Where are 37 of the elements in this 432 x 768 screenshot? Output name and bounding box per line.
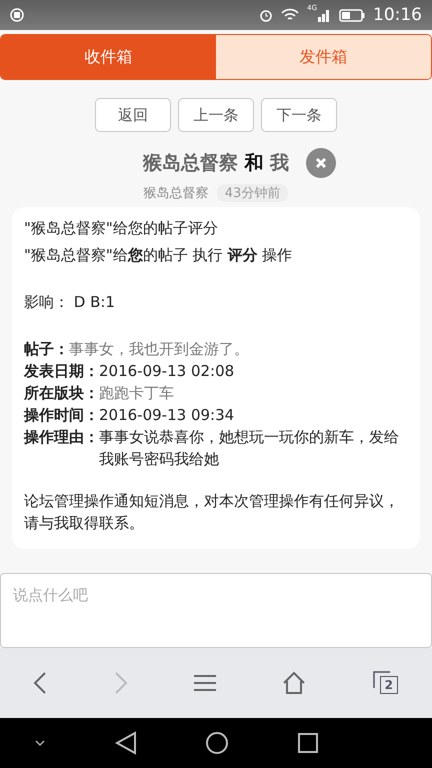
field-label: 发表日期： (24, 361, 99, 382)
field-value[interactable]: 跑跑卡丁车 (99, 382, 174, 404)
recent-apps-icon[interactable] (298, 733, 318, 753)
field-value: 2016-09-13 02:08 (99, 361, 234, 382)
field-label: 帖子： (24, 339, 69, 360)
alarm-icon (259, 8, 274, 22)
reply-field[interactable]: 说点什么吧 (0, 573, 432, 648)
back-icon[interactable] (33, 671, 48, 695)
menu-icon[interactable] (194, 674, 216, 692)
field-label: 所在版块： (24, 383, 99, 404)
sender-name: 猴岛总督察 (144, 185, 209, 202)
mailbox-tab[interactable]: 发件箱 (216, 35, 431, 79)
message-line: "猴岛总督察"给您的帖子评分 (24, 218, 219, 239)
nav-button[interactable]: 下一条 (261, 98, 337, 132)
impact-line: 影响： D B:1 (24, 292, 116, 313)
mailbox-tab[interactable]: 收件箱 (1, 35, 216, 79)
close-icon[interactable] (306, 148, 336, 178)
wifi-icon (281, 8, 300, 22)
collapse-icon[interactable] (34, 739, 46, 747)
field-value[interactable]: 事事女，我也开到金游了。 (69, 338, 249, 360)
field-value: 2016-09-13 09:34 (99, 405, 234, 426)
footer-note: 论坛管理操作通知短消息，对本次管理操作有任何异议，请与我取得联系。 (24, 491, 400, 534)
field-value: 事事女说恭喜你，她想玩一玩你的新车，发给我账号密码我给她 (99, 427, 400, 470)
home-icon[interactable] (282, 671, 306, 695)
field-label: 操作时间： (24, 405, 99, 426)
conversation-title: 猴岛总督察 和 我 (142, 151, 290, 176)
field-label: 操作理由： (24, 427, 99, 448)
message-time: 43分钟前 (216, 184, 288, 202)
nav-button[interactable]: 上一条 (178, 98, 254, 132)
signal-icon (317, 8, 331, 22)
home-icon[interactable] (205, 731, 230, 755)
message-line: "猴岛总督察"给您的帖子 执行 评分 操作 (24, 245, 294, 266)
battery-icon (339, 8, 365, 22)
nav-button[interactable]: 返回 (95, 98, 171, 132)
app-icon (10, 8, 24, 22)
back-icon[interactable] (114, 731, 137, 755)
clock-time: 10:16 (373, 5, 422, 25)
